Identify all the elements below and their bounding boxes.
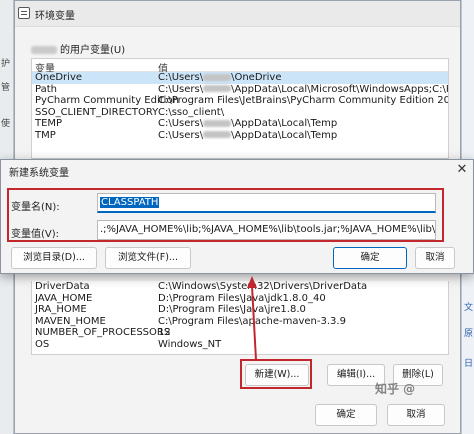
variable-value-label: 变量值(V):: [11, 229, 60, 240]
variable-name: JRA_HOME: [35, 304, 87, 316]
variable-value: Windows_NT: [158, 338, 222, 350]
variable-value: C:\Users\ \AppData\Local\Temp: [158, 118, 338, 130]
variable-value-input[interactable]: .;%JAVA_HOME%\lib;%JAVA_HOME%\lib\tools.…: [97, 220, 436, 240]
table-row[interactable]: DriverData C:\Windows\System32\Drivers\Dr…: [32, 281, 448, 293]
bg-text: 管: [1, 83, 11, 93]
variable-name: OneDrive: [35, 72, 83, 83]
cancel-button[interactable]: 取消: [387, 404, 445, 426]
title-bar: 环境变量: [15, 1, 460, 27]
variable-name: SSO_CLIENT_DIRECTORY: [35, 106, 159, 118]
table-row[interactable]: OS Windows_NT: [32, 339, 448, 351]
selected-text: CLASSPATH: [100, 197, 160, 208]
table-row[interactable]: JAVA_HOME D:\Program Files\Java\jdk1.8.0_…: [32, 293, 448, 305]
variable-name: DriverData: [35, 281, 90, 292]
dialog-title: 新建系统变量: [9, 168, 69, 179]
dialog-cancel-button[interactable]: 取消: [415, 247, 455, 269]
close-icon[interactable]: ✕: [450, 160, 474, 180]
browse-directory-button[interactable]: 浏览目录(D)...: [11, 247, 97, 269]
table-row[interactable]: TEMP C:\Users\ \AppData\Local\Temp: [32, 118, 448, 130]
bg-text: 文: [464, 303, 474, 313]
redacted-username: [203, 85, 232, 93]
variable-name: TEMP: [35, 118, 63, 130]
redacted-username: [31, 46, 57, 54]
table-row[interactable]: NUMBER_OF_PROCESSORS 12: [32, 327, 448, 339]
bg-text: 护: [1, 59, 11, 69]
bg-text: 日: [464, 359, 474, 369]
variable-value: C:\Users\ \OneDrive: [158, 72, 282, 83]
browse-file-button[interactable]: 浏览文件(F)...: [105, 247, 191, 269]
system-variables-table[interactable]: DriverData C:\Windows\System32\Drivers\Dr…: [31, 281, 449, 355]
variable-value: C:\Program Files\JetBrains\PyCharm Commu…: [158, 95, 449, 107]
new-system-variable-dialog: 新建系统变量 ✕ 变量名(N): CLASSPATH 变量值(V): .;%JA…: [0, 159, 474, 274]
variable-value: C:\sso_client\: [158, 106, 225, 118]
variable-name: NUMBER_OF_PROCESSORS: [35, 327, 171, 339]
table-row[interactable]: SSO_CLIENT_DIRECTORY C:\sso_client\: [32, 107, 448, 119]
redacted-username: [203, 73, 232, 81]
variable-value: C:\Users\ \AppData\Local\Microsoft\Window…: [158, 83, 448, 95]
variable-name: Path: [35, 83, 57, 95]
redacted-username: [203, 119, 232, 127]
table-row[interactable]: TMP C:\Users\ \AppData\Local\Temp: [32, 130, 448, 142]
window-title: 环境变量: [35, 11, 75, 22]
bg-text: 使: [1, 119, 11, 129]
table-row[interactable]: Path C:\Users\ \AppData\Local\Microsoft\Wi…: [32, 84, 448, 96]
variable-value: C:\Windows\System32\Drivers\DriverData: [158, 281, 368, 292]
ok-button[interactable]: 确定: [315, 404, 377, 426]
user-variables-label: 的用户变量(U): [31, 41, 125, 56]
dialog-ok-button[interactable]: 确定: [333, 247, 407, 269]
table-row[interactable]: MAVEN_HOME C:\Program Files\apache-maven-…: [32, 316, 448, 328]
bg-text: 原: [464, 329, 474, 339]
variable-name: TMP: [35, 129, 56, 141]
watermark: 知乎 @: [375, 382, 416, 396]
variable-name: JAVA_HOME: [35, 292, 93, 304]
variable-value: 12: [158, 327, 171, 339]
variable-value: D:\Program Files\Java\jre1.8.0: [158, 304, 306, 316]
table-row[interactable]: OneDrive C:\Users\ \OneDrive: [32, 72, 448, 84]
window-icon: [18, 7, 30, 19]
variable-value: C:\Users\ \AppData\Local\Temp: [158, 129, 338, 141]
variable-name-input[interactable]: CLASSPATH: [97, 193, 436, 213]
variable-name: OS: [35, 338, 50, 350]
redacted-username: [203, 131, 232, 139]
user-variables-table[interactable]: 变量 值 OneDrive C:\Users\ \OneDrive Path C:\Us…: [31, 58, 449, 159]
variable-value: C:\Program Files\apache-maven-3.3.9: [158, 315, 346, 327]
table-row[interactable]: PyCharm Community Edition C:\Program File…: [32, 95, 448, 107]
variable-value: D:\Program Files\Java\jdk1.8.0_40: [158, 292, 326, 304]
table-row[interactable]: JRA_HOME D:\Program Files\Java\jre1.8.0: [32, 304, 448, 316]
highlight-frame-new-button: [240, 359, 312, 389]
table-header: 变量 值: [32, 59, 448, 75]
variable-name-label: 变量名(N):: [11, 202, 60, 213]
variable-name: MAVEN_HOME: [35, 315, 106, 327]
